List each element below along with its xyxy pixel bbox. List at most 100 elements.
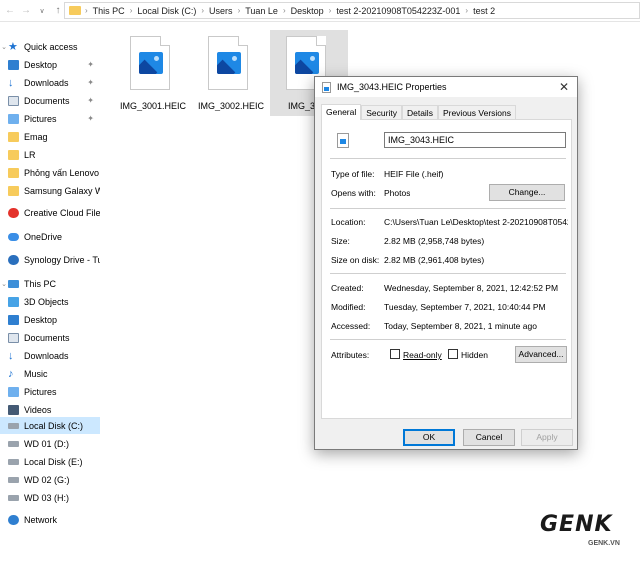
- sidebar-item-pictures-pc[interactable]: Pictures: [0, 383, 100, 400]
- sidebar-item-network[interactable]: Network: [0, 511, 100, 528]
- close-icon[interactable]: ✕: [559, 80, 569, 94]
- file-tile[interactable]: IMG_3001.HEIC: [114, 30, 192, 116]
- tab-security[interactable]: Security: [361, 105, 402, 120]
- documents-icon: [8, 95, 19, 106]
- download-icon: ↓: [8, 76, 14, 89]
- general-panel: Type of file: HEIF File (.heif) Opens wi…: [321, 119, 572, 419]
- breadcrumb-item[interactable]: Users: [204, 6, 238, 16]
- sidebar-item-label: Desktop: [24, 59, 58, 70]
- sidebar-item-samsung-galaxy[interactable]: Samsung Galaxy Wa: [0, 182, 100, 199]
- divider: [330, 158, 566, 159]
- sidebar-item-local-disk-e[interactable]: Local Disk (E:): [0, 453, 100, 470]
- folder-icon: [8, 149, 19, 160]
- divider: [330, 208, 566, 209]
- tab-general[interactable]: General: [321, 104, 362, 120]
- properties-dialog: IMG_3043.HEIC Properties ✕ General Secur…: [314, 76, 578, 450]
- dialog-titlebar[interactable]: IMG_3043.HEIC Properties ✕: [315, 77, 577, 97]
- sidebar-item-label: Quick access: [24, 41, 78, 52]
- sidebar-item-emag[interactable]: Emag: [0, 128, 100, 145]
- sidebar-item-onedrive[interactable]: OneDrive: [0, 228, 100, 245]
- hidden-label[interactable]: Hidden: [461, 350, 488, 360]
- size-label: Size:: [331, 236, 350, 246]
- recent-locations-icon[interactable]: ∨: [34, 2, 50, 20]
- sidebar-item-pictures[interactable]: Pictures ✦: [0, 110, 100, 127]
- ok-button[interactable]: OK: [403, 429, 455, 446]
- sidebar-item-wd03[interactable]: WD 03 (H:): [0, 489, 100, 506]
- desktop-icon: [8, 314, 19, 325]
- sidebar-item-label: Documents: [24, 95, 70, 106]
- 3d-objects-icon: [8, 296, 19, 307]
- folder-icon: [69, 6, 81, 15]
- type-value: HEIF File (.heif): [384, 169, 444, 179]
- chevron-down-icon[interactable]: ⌄: [0, 280, 8, 288]
- readonly-checkbox[interactable]: [390, 349, 400, 359]
- sidebar-item-documents-pc[interactable]: Documents: [0, 329, 100, 346]
- tab-previous-versions[interactable]: Previous Versions: [437, 105, 516, 120]
- advanced-button[interactable]: Advanced...: [515, 346, 567, 363]
- accessed-label: Accessed:: [331, 321, 371, 331]
- sidebar-item-local-disk-c[interactable]: Local Disk (C:): [0, 417, 100, 434]
- sidebar-item-desktop[interactable]: Desktop ✦: [0, 56, 100, 73]
- created-value: Wednesday, September 8, 2021, 12:42:52 P…: [384, 283, 559, 293]
- sidebar-item-3d-objects[interactable]: 3D Objects: [0, 293, 100, 310]
- sidebar-item-label: LR: [24, 149, 36, 160]
- pin-icon: ✦: [87, 60, 94, 69]
- sidebar-item-creative-cloud[interactable]: Creative Cloud Files: [0, 204, 100, 221]
- breadcrumb-item[interactable]: Local Disk (C:): [132, 6, 201, 16]
- forward-icon[interactable]: →: [18, 2, 34, 20]
- pin-icon: ✦: [87, 78, 94, 87]
- sidebar-item-synology[interactable]: Synology Drive - Tuan: [0, 251, 100, 268]
- opens-with-label: Opens with:: [331, 188, 376, 198]
- heic-image-icon: [130, 36, 170, 90]
- breadcrumb-item[interactable]: This PC: [88, 6, 130, 16]
- modified-value: Tuesday, September 7, 2021, 10:40:44 PM: [384, 302, 546, 312]
- sidebar-item-label: 3D Objects: [24, 296, 69, 307]
- sidebar-item-wd02[interactable]: WD 02 (G:): [0, 471, 100, 488]
- readonly-label[interactable]: Read-only: [403, 350, 442, 360]
- sidebar-item-label: Phỏng vấn Lenovo: [24, 167, 100, 178]
- chevron-down-icon[interactable]: ⌄: [0, 43, 8, 51]
- breadcrumb-item[interactable]: test 2-20210908T054223Z-001: [331, 6, 465, 16]
- download-icon: ↓: [8, 349, 14, 362]
- sidebar-item-label: WD 02 (G:): [24, 474, 70, 485]
- sidebar-item-downloads-pc[interactable]: ↓ Downloads: [0, 347, 100, 364]
- sidebar-item-music[interactable]: ♪ Music: [0, 365, 100, 382]
- network-icon: [8, 514, 19, 525]
- sidebar-item-desktop-pc[interactable]: Desktop: [0, 311, 100, 328]
- file-tile[interactable]: IMG_3002.HEIC: [192, 30, 270, 116]
- file-name-field[interactable]: [384, 132, 566, 148]
- size-on-disk-label: Size on disk:: [331, 255, 380, 265]
- cancel-button[interactable]: Cancel: [463, 429, 515, 446]
- sidebar-item-label: Downloads: [24, 350, 69, 361]
- back-icon[interactable]: ←: [2, 2, 18, 20]
- sidebar-item-lr[interactable]: LR: [0, 146, 100, 163]
- opens-with-value: Photos: [384, 188, 411, 198]
- hidden-checkbox[interactable]: [448, 349, 458, 359]
- creative-cloud-icon: [8, 207, 19, 218]
- star-icon: ★: [8, 40, 18, 53]
- change-button[interactable]: Change...: [489, 184, 565, 201]
- sidebar-item-label: Network: [24, 514, 58, 525]
- breadcrumb-item[interactable]: Desktop: [286, 6, 329, 16]
- sidebar-item-label: OneDrive: [24, 231, 63, 242]
- sidebar-item-downloads[interactable]: ↓ Downloads ✦: [0, 74, 100, 91]
- location-label: Location:: [331, 217, 366, 227]
- attributes-label: Attributes:: [331, 350, 370, 360]
- sidebar-item-documents[interactable]: Documents ✦: [0, 92, 100, 109]
- sidebar-item-videos[interactable]: Videos: [0, 401, 100, 418]
- sidebar-item-wd01[interactable]: WD 01 (D:): [0, 435, 100, 452]
- sidebar-item-label: Samsung Galaxy Wa: [24, 185, 100, 196]
- file-name: IMG_3001.HEIC: [119, 101, 187, 111]
- breadcrumb-item[interactable]: Tuan Le: [240, 6, 283, 16]
- sidebar-item-quick-access[interactable]: ⌄ ★ Quick access: [0, 38, 100, 55]
- drive-icon: [8, 494, 19, 501]
- tab-details[interactable]: Details: [401, 105, 438, 120]
- pin-icon: ✦: [87, 114, 94, 123]
- sidebar-item-phong-van-lenovo[interactable]: Phỏng vấn Lenovo: [0, 164, 100, 181]
- breadcrumb[interactable]: › This PC › Local Disk (C:) › Users › Tu…: [64, 2, 640, 19]
- breadcrumb-item[interactable]: test 2: [468, 6, 500, 16]
- genk-site-text: GENK.VN: [588, 540, 620, 547]
- apply-button[interactable]: Apply: [521, 429, 573, 446]
- sidebar-item-label: Downloads: [24, 77, 69, 88]
- sidebar-item-this-pc[interactable]: ⌄ This PC: [0, 275, 100, 292]
